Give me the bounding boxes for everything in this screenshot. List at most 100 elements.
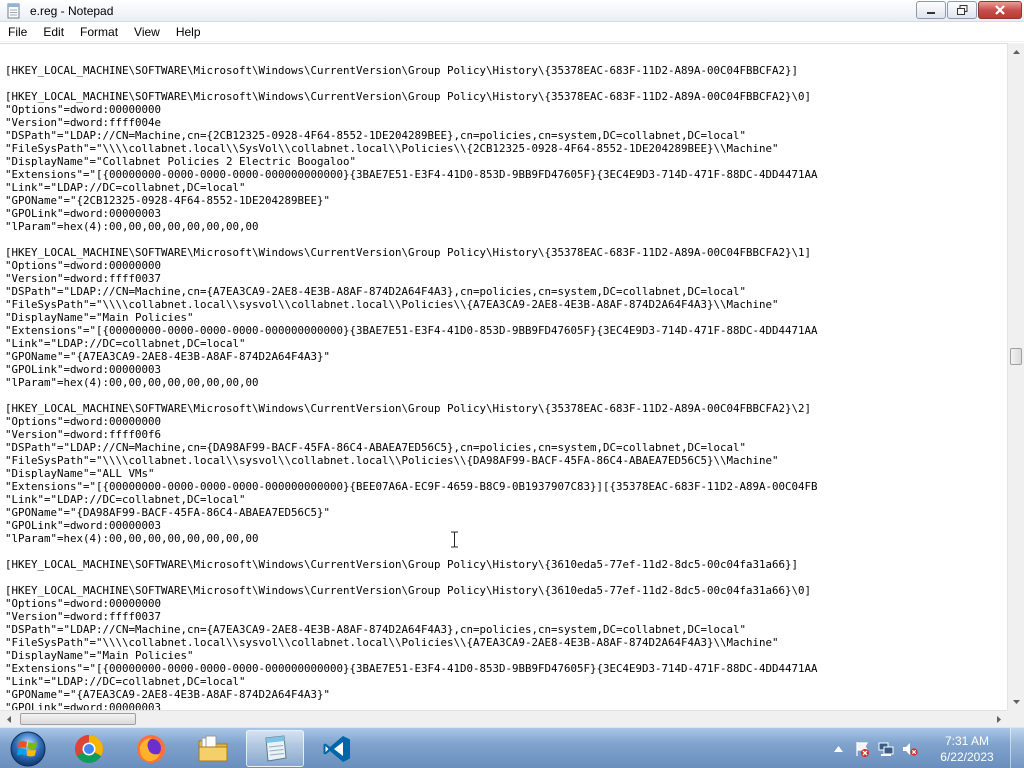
vertical-scroll-thumb[interactable]	[1010, 348, 1022, 365]
text-line: [HKEY_LOCAL_MACHINE\SOFTWARE\Microsoft\W…	[5, 402, 812, 415]
text-line: "GPOLink"=dword:00000003	[5, 519, 162, 532]
volume-button[interactable]	[900, 739, 920, 759]
text-line: "Version"=dword:ffff0037	[5, 610, 162, 623]
taskbar-chrome[interactable]	[60, 730, 118, 767]
horizontal-scrollbar[interactable]	[0, 710, 1007, 727]
scroll-right-arrow-icon	[996, 716, 1001, 723]
text-line: "GPOName"="{A7EA3CA9-2AE8-4E3B-A8AF-874D…	[5, 688, 331, 701]
scroll-down-arrow-icon	[1013, 699, 1020, 704]
show-hidden-icons-button[interactable]	[828, 739, 848, 759]
text-line: "Extensions"="[{00000000-0000-0000-0000-…	[5, 324, 818, 337]
text-line: "GPOLink"=dword:00000003	[5, 701, 162, 710]
title-bar[interactable]: e.reg - Notepad	[0, 0, 1024, 22]
scroll-up-button[interactable]	[1008, 43, 1024, 60]
text-line: [HKEY_LOCAL_MACHINE\SOFTWARE\Microsoft\W…	[5, 246, 812, 259]
text-line: "Extensions"="[{00000000-0000-0000-0000-…	[5, 168, 818, 181]
text-line: "Extensions"="[{00000000-0000-0000-0000-…	[5, 662, 818, 675]
text-cursor-icon	[451, 531, 458, 548]
scroll-left-arrow-icon	[6, 716, 11, 723]
start-button[interactable]	[2, 728, 54, 768]
size-grip[interactable]	[1007, 710, 1024, 727]
network-button[interactable]	[876, 739, 896, 759]
volume-muted-icon	[903, 742, 918, 756]
text-line: "FileSysPath"="\\\\collabnet.local\\SysV…	[5, 142, 779, 155]
text-line: "Extensions"="[{00000000-0000-0000-0000-…	[5, 480, 818, 493]
show-desktop-button[interactable]	[1010, 728, 1024, 768]
system-tray: 7:31 AM 6/22/2023	[828, 728, 1024, 768]
text-line: "Options"=dword:00000000	[5, 103, 162, 116]
notepad-icon	[7, 3, 20, 18]
text-line: "FileSysPath"="\\\\collabnet.local\\sysv…	[5, 298, 779, 311]
maximize-button[interactable]	[947, 1, 977, 19]
text-line: "DisplayName"="Main Policies"	[5, 649, 194, 662]
horizontal-scroll-thumb[interactable]	[20, 713, 136, 725]
scroll-down-button[interactable]	[1008, 693, 1024, 710]
scroll-up-arrow-icon	[1013, 49, 1020, 54]
text-line: "Version"=dword:ffff0037	[5, 272, 162, 285]
text-line: "Link"="LDAP://DC=collabnet,DC=local"	[5, 675, 246, 688]
system-clock[interactable]: 7:31 AM 6/22/2023	[928, 733, 1006, 765]
scroll-right-button[interactable]	[990, 711, 1007, 728]
taskbar-vscode[interactable]	[308, 730, 366, 767]
text-line: "lParam"=hex(4):00,00,00,00,00,00,00,00	[5, 532, 259, 545]
close-icon	[995, 5, 1005, 15]
menu-edit[interactable]: Edit	[35, 22, 72, 42]
text-line: "DSPath"="LDAP://CN=Machine,cn={A7EA3CA9…	[5, 623, 747, 636]
clock-time: 7:31 AM	[944, 733, 990, 748]
taskbar-firefox[interactable]	[122, 730, 180, 767]
text-line: "DSPath"="LDAP://CN=Machine,cn={A7EA3CA9…	[5, 285, 747, 298]
text-line: "DSPath"="LDAP://CN=Machine,cn={DA98AF99…	[5, 441, 747, 454]
action-center-icon	[856, 741, 869, 757]
scroll-left-button[interactable]	[0, 711, 17, 728]
show-hidden-icons-icon	[833, 745, 843, 752]
taskbar-notepad[interactable]	[246, 730, 304, 767]
notepad-icon	[265, 734, 287, 762]
text-line: [HKEY_LOCAL_MACHINE\SOFTWARE\Microsoft\W…	[5, 64, 799, 77]
minimize-icon	[927, 12, 935, 14]
text-line: "Options"=dword:00000000	[5, 415, 162, 428]
text-line: "GPOLink"=dword:00000003	[5, 363, 162, 376]
text-editor[interactable]: [HKEY_LOCAL_MACHINE\SOFTWARE\Microsoft\W…	[0, 43, 1007, 710]
minimize-button[interactable]	[916, 1, 946, 19]
text-line: "GPOLink"=dword:00000003	[5, 207, 162, 220]
window-title: e.reg - Notepad	[30, 3, 114, 18]
text-line: "GPOName"="{2CB12325-0928-4F64-8552-1DE2…	[5, 194, 331, 207]
text-line: "DisplayName"="Collabnet Policies 2 Elec…	[5, 155, 357, 168]
chrome-icon	[75, 734, 103, 763]
text-line: "lParam"=hex(4):00,00,00,00,00,00,00,00	[5, 376, 259, 389]
vscode-icon	[323, 735, 350, 762]
text-line: "DisplayName"="Main Policies"	[5, 311, 194, 324]
text-line: "Link"="LDAP://DC=collabnet,DC=local"	[5, 493, 246, 506]
text-line: [HKEY_LOCAL_MACHINE\SOFTWARE\Microsoft\W…	[5, 584, 812, 597]
close-button[interactable]	[978, 1, 1022, 19]
file-explorer-icon	[198, 735, 228, 761]
clock-date: 6/22/2023	[940, 749, 994, 764]
menu-file[interactable]: File	[0, 22, 35, 42]
vertical-scrollbar[interactable]	[1007, 43, 1024, 710]
menu-view[interactable]: View	[126, 22, 168, 42]
text-line: "FileSysPath"="\\\\collabnet.local\\sysv…	[5, 454, 779, 467]
text-line: "GPOName"="{A7EA3CA9-2AE8-4E3B-A8AF-874D…	[5, 350, 331, 363]
windows-start-icon	[10, 731, 46, 766]
menu-bar: File Edit Format View Help	[0, 22, 1024, 42]
text-line: [HKEY_LOCAL_MACHINE\SOFTWARE\Microsoft\W…	[5, 558, 799, 571]
text-line: "DisplayName"="ALL VMs"	[5, 467, 155, 480]
text-line: "Options"=dword:00000000	[5, 597, 162, 610]
window-controls	[915, 1, 1022, 19]
text-line: "Version"=dword:ffff00f6	[5, 428, 162, 441]
text-line: "Link"="LDAP://DC=collabnet,DC=local"	[5, 337, 246, 350]
menu-help[interactable]: Help	[168, 22, 209, 42]
taskbar-file-explorer[interactable]	[184, 730, 242, 767]
text-line: "Link"="LDAP://DC=collabnet,DC=local"	[5, 181, 246, 194]
text-line: "DSPath"="LDAP://CN=Machine,cn={2CB12325…	[5, 129, 747, 142]
text-line: "Version"=dword:ffff004e	[5, 116, 162, 129]
taskbar: 7:31 AM 6/22/2023	[0, 727, 1024, 768]
text-line: "lParam"=hex(4):00,00,00,00,00,00,00,00	[5, 220, 259, 233]
text-line: "GPOName"="{DA98AF99-BACF-45FA-86C4-ABAE…	[5, 506, 331, 519]
text-line: "Options"=dword:00000000	[5, 259, 162, 272]
firefox-icon	[137, 734, 165, 763]
action-center-button[interactable]	[852, 739, 872, 759]
menu-format[interactable]: Format	[72, 22, 126, 42]
text-line: "FileSysPath"="\\\\collabnet.local\\sysv…	[5, 636, 779, 649]
network-icon	[878, 742, 894, 756]
